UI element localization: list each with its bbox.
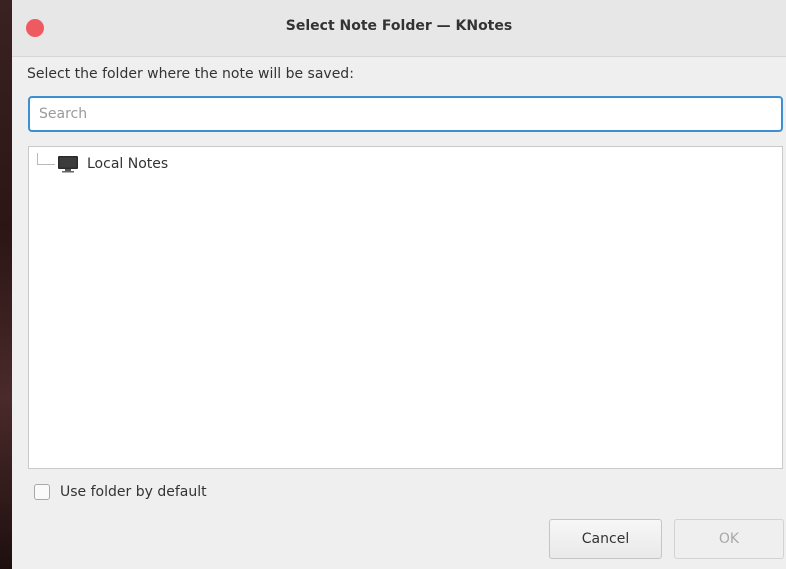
- monitor-icon: [58, 156, 78, 173]
- select-folder-dialog: Select Note Folder — KNotes Select the f…: [12, 0, 786, 569]
- tree-item-label: Local Notes: [87, 156, 169, 172]
- desktop-background: [0, 0, 12, 569]
- cancel-button[interactable]: Cancel: [549, 519, 662, 559]
- ok-button[interactable]: OK: [674, 519, 784, 559]
- window-title: Select Note Folder — KNotes: [285, 18, 513, 34]
- tree-item-local-notes[interactable]: Local Notes: [37, 153, 168, 175]
- title-bar: Select Note Folder — KNotes: [12, 0, 786, 57]
- use-folder-default-checkbox[interactable]: [34, 484, 50, 500]
- use-folder-default-option[interactable]: Use folder by default: [34, 484, 207, 500]
- use-folder-default-label: Use folder by default: [60, 484, 207, 500]
- dialog-prompt: Select the folder where the note will be…: [27, 66, 354, 82]
- search-input[interactable]: [28, 96, 783, 132]
- folder-tree[interactable]: Local Notes: [28, 146, 783, 469]
- tree-branch-line: [37, 153, 55, 165]
